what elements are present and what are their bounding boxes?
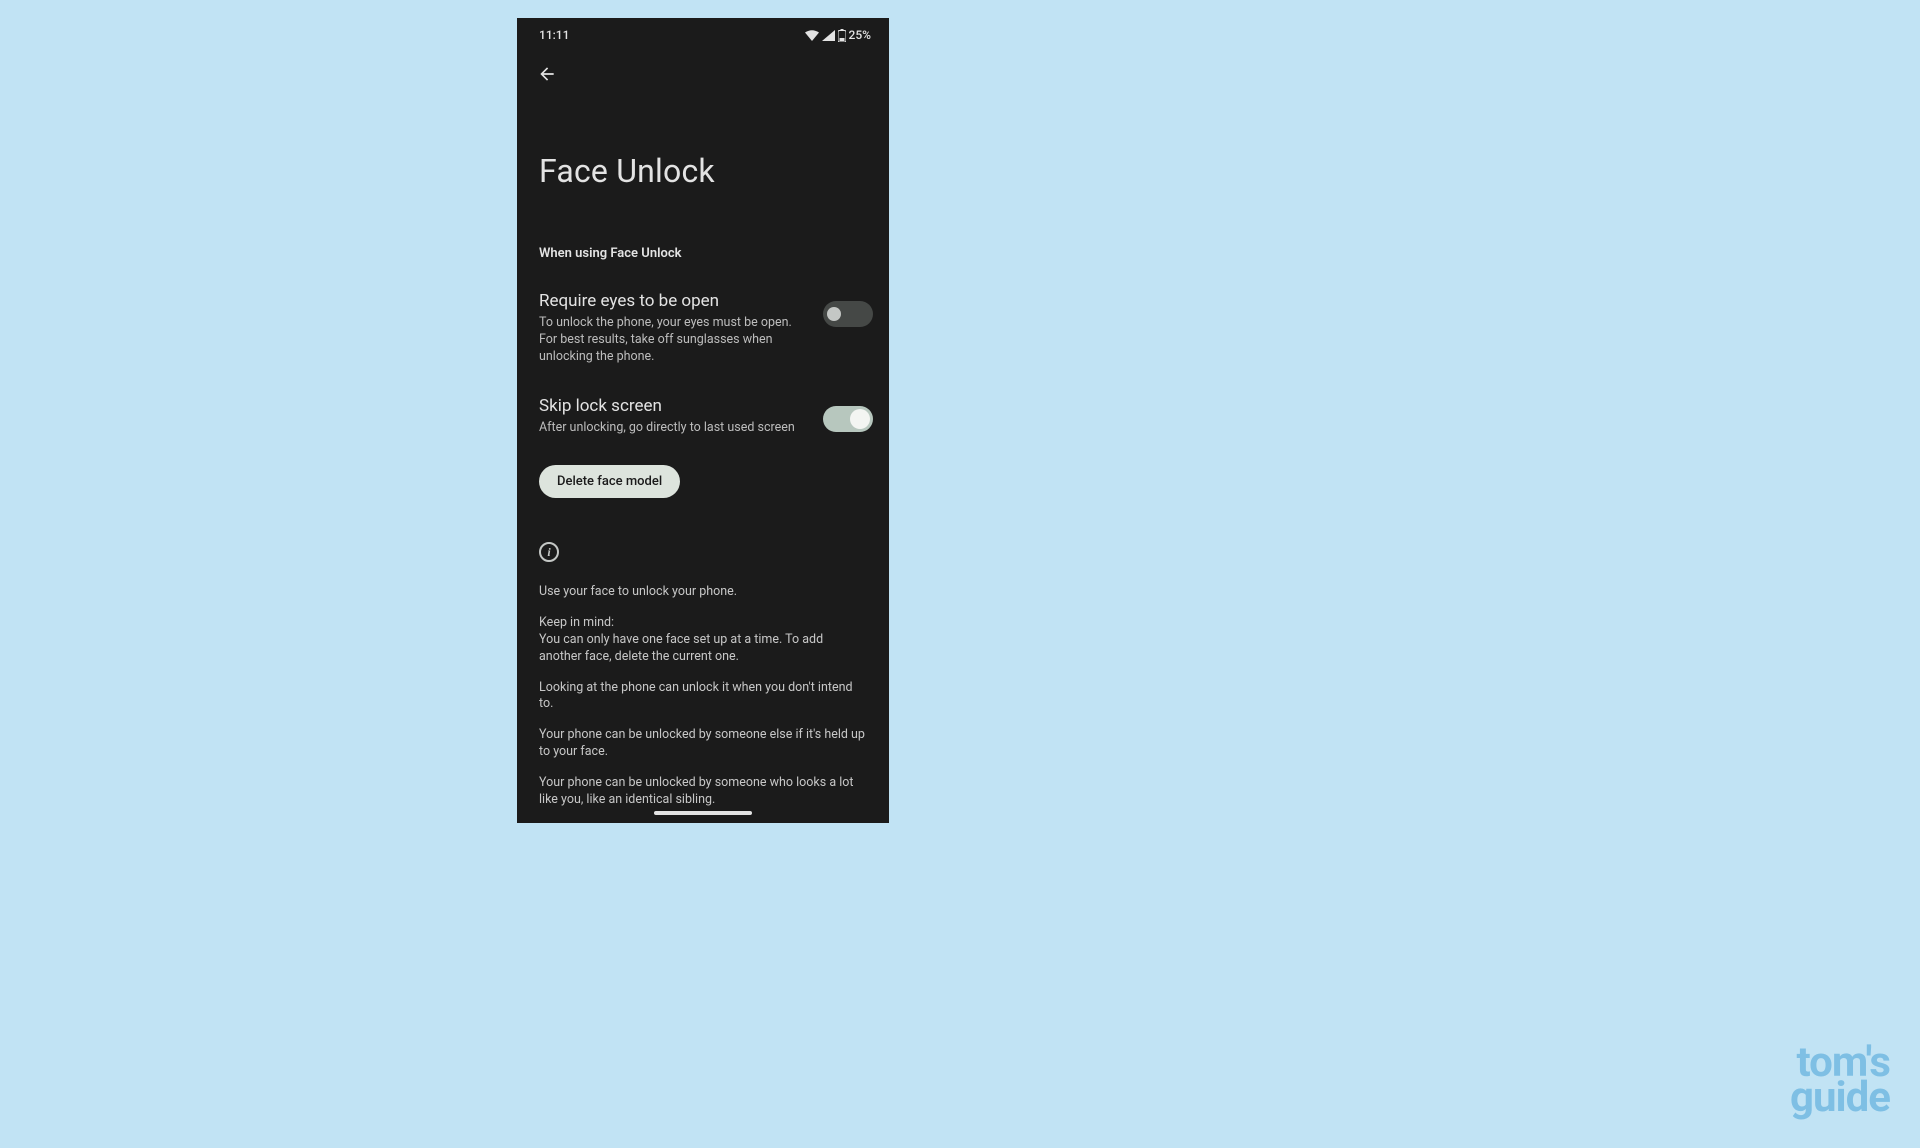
phone-screen: 11:11 25% Face Unlock When using Face Un… bbox=[517, 18, 889, 823]
info-section: i Use your face to unlock your phone. Ke… bbox=[517, 498, 889, 809]
wifi-icon bbox=[805, 30, 819, 41]
status-time: 11:11 bbox=[539, 28, 569, 42]
signal-icon bbox=[822, 30, 835, 41]
toggle-knob bbox=[850, 409, 870, 429]
info-paragraph: Keep in mind: You can only have one face… bbox=[539, 615, 867, 666]
setting-desc: To unlock the phone, your eyes must be o… bbox=[539, 315, 811, 366]
info-paragraph: Looking at the phone can unlock it when … bbox=[539, 680, 867, 714]
info-paragraph: Your phone can be unlocked by someone el… bbox=[539, 727, 867, 761]
toggle-knob bbox=[827, 307, 841, 321]
info-icon: i bbox=[539, 542, 559, 562]
page-title: Face Unlock bbox=[517, 86, 889, 190]
status-bar: 11:11 25% bbox=[517, 18, 889, 48]
delete-face-model-button[interactable]: Delete face model bbox=[539, 465, 680, 498]
nav-home-pill[interactable] bbox=[654, 811, 752, 815]
setting-require-eyes[interactable]: Require eyes to be open To unlock the ph… bbox=[517, 261, 889, 366]
section-label: When using Face Unlock bbox=[517, 190, 889, 261]
status-icons: 25% bbox=[805, 28, 871, 42]
watermark-logo: tom's guide bbox=[1770, 1045, 1890, 1116]
toggle-skip-lock[interactable] bbox=[823, 406, 873, 432]
back-button[interactable] bbox=[535, 62, 559, 86]
battery-percent: 25% bbox=[849, 28, 871, 42]
info-paragraph: Your phone can be unlocked by someone wh… bbox=[539, 775, 867, 809]
battery-icon bbox=[838, 29, 846, 42]
setting-title: Skip lock screen bbox=[539, 396, 811, 417]
setting-skip-lock[interactable]: Skip lock screen After unlocking, go dir… bbox=[517, 366, 889, 437]
info-paragraph: Use your face to unlock your phone. bbox=[539, 584, 867, 601]
setting-title: Require eyes to be open bbox=[539, 291, 811, 312]
toggle-require-eyes[interactable] bbox=[823, 301, 873, 327]
arrow-back-icon bbox=[537, 64, 557, 84]
setting-desc: After unlocking, go directly to last use… bbox=[539, 420, 811, 437]
